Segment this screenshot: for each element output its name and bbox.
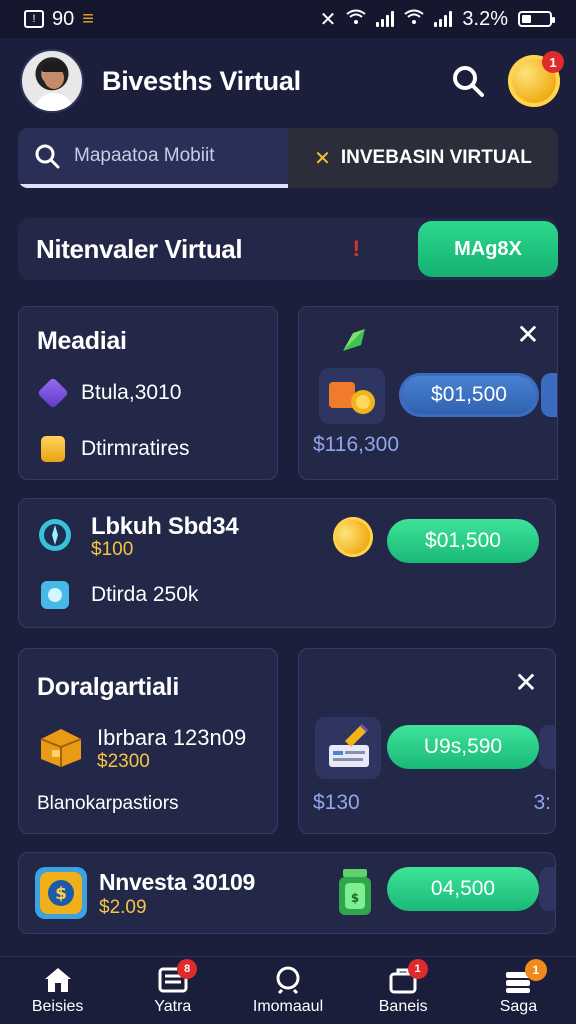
- app-header: Bivesths Virtual 1: [20, 48, 564, 114]
- nav-label: Beisies: [31, 997, 84, 1015]
- card-lbkuh: Lbkuh Sbd34 $100 Dtirda 250k $01,500: [18, 498, 556, 628]
- nav-badge: 8: [177, 959, 198, 979]
- nav-label: Saga: [499, 997, 538, 1015]
- money-bag-icon: $: [33, 865, 89, 921]
- avatar[interactable]: [20, 49, 84, 113]
- app-title: Bivesths Virtual: [102, 65, 301, 96]
- card-item-price: $2300: [97, 751, 150, 772]
- banner-title: Nitenvaler Virtual: [36, 233, 243, 264]
- svg-text:$: $: [55, 884, 67, 904]
- signal-icon: [376, 11, 395, 27]
- nav-item-search[interactable]: Imomaaul: [230, 957, 345, 1024]
- app-notification-icon: ≡: [82, 7, 94, 30]
- card-subtitle: $100: [91, 539, 134, 560]
- search-icon: [453, 66, 484, 97]
- compass-icon: [35, 515, 75, 555]
- search-button[interactable]: [446, 59, 490, 103]
- gold-bar-icon: [35, 431, 71, 467]
- nav-item-baneis[interactable]: 1 Baneis: [346, 957, 461, 1024]
- card-offer-2: ✕ U9s,590 $130 3:: [298, 648, 556, 834]
- carousel-next-stub[interactable]: [539, 725, 555, 769]
- tab-virtual-label: INVEBASIN VIRTUAL: [340, 147, 532, 168]
- crate-icon: [35, 721, 87, 773]
- nav-item-home[interactable]: Beisies: [0, 957, 115, 1024]
- home-icon: [44, 967, 71, 992]
- card-footer: Blanokarpastiors: [37, 793, 179, 814]
- nav-item-yatra[interactable]: 8 Yatra: [115, 957, 230, 1024]
- carousel-next-stub[interactable]: [541, 373, 557, 417]
- leaf-icon: [337, 323, 371, 357]
- card-amount-clipped: 3:: [533, 791, 551, 814]
- card-title: Nnvesta 30109: [99, 869, 255, 895]
- carousel-next-stub[interactable]: [539, 867, 555, 911]
- jar-icon: $: [335, 865, 375, 919]
- nav-label: Baneis: [378, 997, 428, 1015]
- card-title: Doralgartiali: [37, 673, 179, 701]
- stamp-icon: [35, 575, 75, 615]
- notification-icon: !: [24, 10, 44, 28]
- price-button[interactable]: U9s,590: [387, 725, 539, 769]
- card-meadiai: Meadiai Btula,3010 Dtirmratires: [18, 306, 278, 480]
- nav-label: Yatra: [154, 997, 192, 1015]
- card-row: Dtirmratires: [81, 437, 190, 460]
- search-icon: [276, 966, 300, 994]
- nav-badge: 1: [407, 959, 428, 979]
- signal-icon-2: [434, 11, 453, 27]
- card-row: Dtirda 250k: [91, 583, 199, 606]
- alert-icon: !: [352, 236, 360, 261]
- bluetooth-icon: ✕: [319, 8, 337, 31]
- card-row: Btula,3010: [81, 381, 182, 404]
- close-icon: ✕: [314, 147, 331, 170]
- document-pen-icon: [313, 715, 383, 781]
- card-nnvesta: $ Nnvesta 30109 $2.09 $ 04,500: [18, 852, 556, 934]
- card-amount: $130: [313, 791, 360, 814]
- tab-search-label: Mapaatoa Mobiit: [74, 145, 215, 166]
- card-amount: $116,300: [313, 433, 400, 456]
- wallet-icon: [315, 363, 389, 429]
- banner: Nitenvaler Virtual ! MAg8X: [18, 218, 558, 280]
- card-doralgartiali: Doralgartiali Ibrbara 123n09 $2300 Blano…: [18, 648, 278, 834]
- status-time: 90: [52, 7, 75, 30]
- coin-badge: 1: [542, 51, 564, 73]
- nav-item-saga[interactable]: 1 Saga: [461, 957, 576, 1024]
- nav-badge: 1: [524, 959, 547, 981]
- price-button[interactable]: $01,500: [399, 373, 539, 417]
- wifi-icon-2: [404, 8, 425, 31]
- banner-button[interactable]: MAg8X: [418, 221, 558, 277]
- card-title: Lbkuh Sbd34: [91, 513, 239, 540]
- close-button[interactable]: ✕: [511, 667, 541, 698]
- gem-icon: [35, 375, 71, 411]
- status-bar: ! 90 ≡ ✕ 3.2%: [0, 0, 576, 38]
- wifi-icon: [346, 8, 367, 31]
- price-button[interactable]: $01,500: [387, 519, 539, 563]
- coin-wallet-button[interactable]: 1: [508, 51, 564, 107]
- bottom-nav: Beisies 8 Yatra Imomaaul 1 Baneis 1 Saga: [0, 956, 576, 1024]
- nav-label: Imomaaul: [252, 997, 324, 1015]
- card-subtitle: $2.09: [99, 897, 147, 918]
- tab-search[interactable]: Mapaatoa Mobiit: [18, 128, 288, 188]
- battery-percent: 3.2%: [462, 7, 508, 30]
- price-button[interactable]: 04,500: [387, 867, 539, 911]
- card-item-title: Ibrbara 123n09: [97, 725, 247, 750]
- coin-icon: [327, 511, 379, 563]
- search-icon: [35, 144, 60, 169]
- close-button[interactable]: ✕: [513, 319, 543, 350]
- tab-virtual[interactable]: ✕ INVEBASIN VIRTUAL: [288, 128, 558, 188]
- card-title: Meadiai: [37, 327, 127, 355]
- svg-text:$: $: [351, 891, 359, 905]
- tab-bar: Mapaatoa Mobiit ✕ INVEBASIN VIRTUAL: [18, 128, 558, 188]
- card-offer-1: ✕ $01,500 $116,300: [298, 306, 558, 480]
- battery-icon: [518, 11, 555, 27]
